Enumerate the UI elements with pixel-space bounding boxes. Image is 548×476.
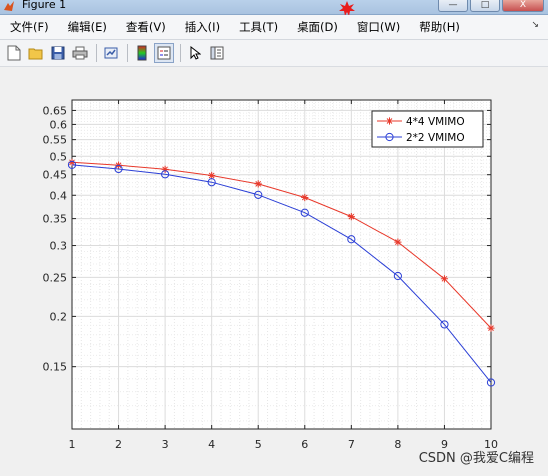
data-point-asterisk: [347, 213, 355, 221]
title-bar: Figure 1 — □ X: [0, 0, 548, 15]
maximize-button[interactable]: □: [470, 0, 500, 12]
figure-canvas: 1 2 3 4 5 6 7 8 9 10 0.15 0.2 0.25 0.3 0.35 0.4 0.45 0.5 0…: [0, 67, 548, 476]
y-tick-label: 0.15: [43, 361, 68, 374]
legend-label: 2*2 VMIMO: [406, 132, 465, 144]
x-tick-label: 4: [208, 438, 215, 451]
menu-edit[interactable]: 编辑(E): [58, 17, 116, 37]
x-tick-label: 6: [301, 438, 308, 451]
save-icon[interactable]: [48, 43, 68, 63]
y-tick-label: 0.55: [43, 134, 68, 147]
x-tick-label: 1: [69, 438, 76, 451]
x-tick-label: 7: [348, 438, 355, 451]
legend-icon[interactable]: [154, 43, 174, 63]
y-tick-label: 0.4: [50, 189, 68, 202]
minimize-button[interactable]: —: [438, 0, 468, 12]
toolbar-separator: [96, 44, 97, 62]
y-tick-label: 0.3: [50, 240, 68, 253]
toolbar-separator: [127, 44, 128, 62]
toolbar-separator: [180, 44, 181, 62]
pointer-icon[interactable]: [185, 43, 205, 63]
link-plot-icon[interactable]: [101, 43, 121, 63]
y-tick-label: 0.2: [50, 310, 68, 323]
y-tick-label: 0.5: [50, 150, 68, 163]
x-tick-label: 2: [115, 438, 122, 451]
property-editor-icon[interactable]: [207, 43, 227, 63]
menu-view[interactable]: 查看(V): [116, 17, 175, 37]
matlab-icon: [4, 1, 14, 11]
y-tick-label: 0.6: [50, 118, 68, 131]
window-title: Figure 1: [22, 0, 67, 11]
y-tick-label: 0.25: [43, 271, 68, 284]
y-tick-label: 0.45: [43, 169, 68, 182]
colorbar-icon[interactable]: [132, 43, 152, 63]
x-tick-label: 8: [394, 438, 401, 451]
menu-file[interactable]: 文件(F): [0, 17, 58, 37]
menu-bar: 文件(F) 编辑(E) 查看(V) 插入(I) 工具(T) 桌面(D) 窗口(W…: [0, 15, 548, 40]
y-tick-label: 0.35: [43, 213, 68, 226]
menu-insert[interactable]: 插入(I): [175, 17, 229, 37]
x-tick-label: 5: [255, 438, 262, 451]
open-file-icon[interactable]: [26, 43, 46, 63]
line-chart: 1 2 3 4 5 6 7 8 9 100.150.20.250.30.350.40.450.50…: [43, 99, 498, 451]
plot-area: [72, 100, 491, 429]
figure-toolbar: [0, 40, 548, 67]
x-tick-label: 3: [162, 438, 169, 451]
menu-window[interactable]: 窗口(W): [347, 17, 409, 37]
chevron-right-icon[interactable]: ↘: [531, 20, 539, 30]
menu-tools[interactable]: 工具(T): [229, 17, 287, 37]
close-button[interactable]: X: [502, 0, 544, 12]
y-tick-label: 0.65: [43, 104, 68, 117]
menu-desktop[interactable]: 桌面(D): [287, 17, 347, 37]
data-point-asterisk: [394, 238, 402, 246]
new-figure-icon[interactable]: [4, 43, 24, 63]
legend-label: 4*4 VMIMO: [406, 116, 465, 128]
watermark: CSDN @我爱C编程: [418, 451, 534, 466]
menu-help[interactable]: 帮助(H): [409, 17, 469, 37]
print-icon[interactable]: [70, 43, 90, 63]
